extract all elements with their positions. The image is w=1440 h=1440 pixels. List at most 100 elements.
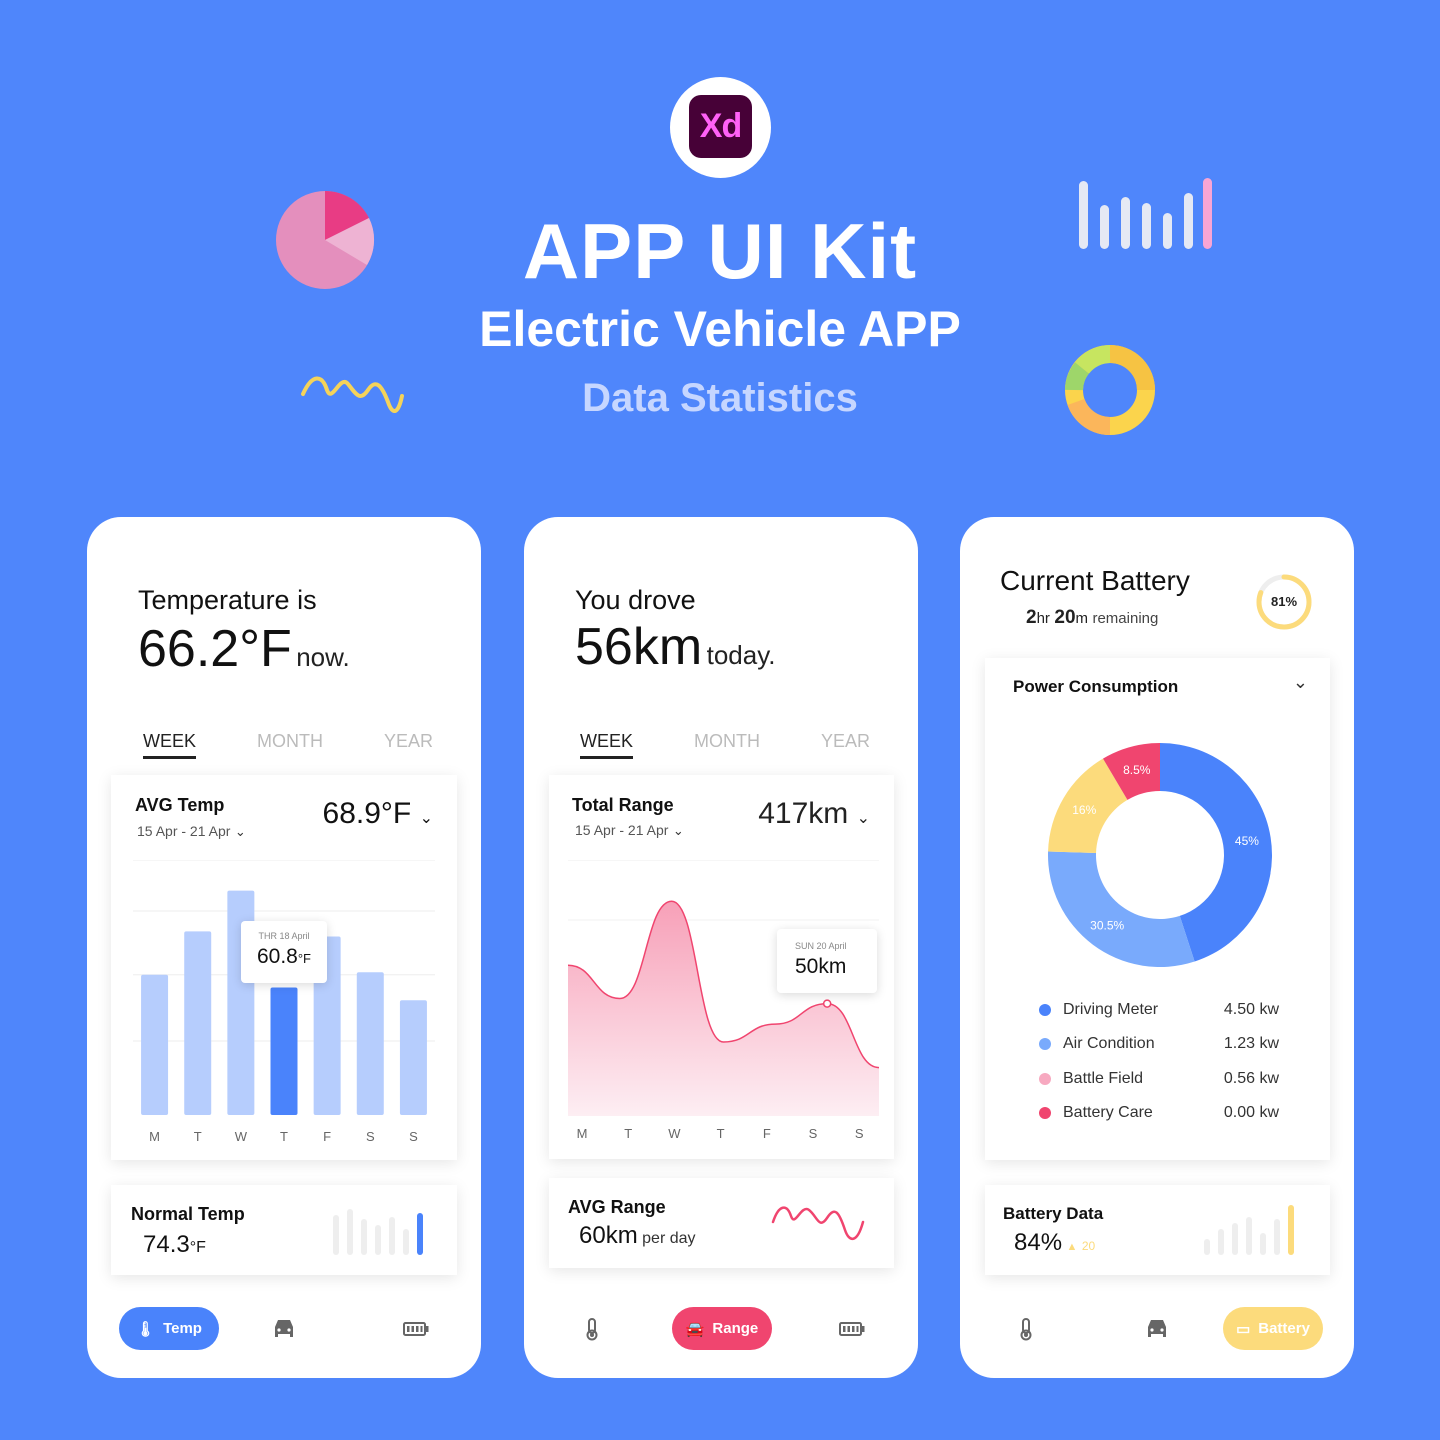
hours-value: 2 xyxy=(1026,607,1037,628)
thermometer-icon[interactable] xyxy=(579,1317,605,1341)
tab-month[interactable]: MONTH xyxy=(257,731,323,759)
battery-level-text: 81% xyxy=(1270,594,1298,609)
battery-data-card: Battery Data 84% ▲ 20 xyxy=(985,1185,1330,1275)
x-tick-label: T xyxy=(717,1126,725,1141)
power-donut-chart: 45% 30.5% 16% 8.5% xyxy=(1048,743,1272,967)
range-tooltip: SUN 20 April 50km xyxy=(777,929,877,993)
slice-label: 30.5% xyxy=(1090,918,1124,932)
x-tick-label: T xyxy=(194,1129,202,1144)
legend-value: 4.50 kw xyxy=(1223,1001,1279,1018)
data-point[interactable] xyxy=(772,1021,779,1028)
bottom-nav: 🚘 Range xyxy=(524,1307,918,1357)
data-point[interactable] xyxy=(616,995,623,1002)
date-range-select[interactable]: 15 Apr - 21 Apr ⌄ xyxy=(137,823,246,841)
nav-temp-button[interactable]: 🌡 Temp xyxy=(119,1307,219,1350)
x-tick-label: S xyxy=(855,1126,864,1141)
car-icon[interactable] xyxy=(1144,1317,1170,1341)
normal-temp-value: 74.3 xyxy=(143,1231,190,1258)
data-point[interactable] xyxy=(565,962,572,969)
range-headline: 56km today. xyxy=(575,617,776,677)
battery-icon: ▭ xyxy=(1236,1320,1251,1338)
legend-item: Driving Meter 4.50 kw xyxy=(1039,1001,1279,1019)
nav-range-button[interactable]: 🚘 Range xyxy=(672,1307,772,1350)
avg-range-card: AVG Range 60km per day xyxy=(549,1178,894,1268)
date-range-select[interactable]: 15 Apr - 21 Apr ⌄ xyxy=(575,822,684,840)
slice-label: 8.5% xyxy=(1123,763,1151,777)
minutes-unit: m xyxy=(1075,610,1089,627)
avg-range-unit: per day xyxy=(642,1230,696,1247)
up-arrow-icon: ▲ xyxy=(1066,1241,1078,1253)
tooltip-value: 60.8 xyxy=(256,945,298,968)
x-tick-label: M xyxy=(577,1126,588,1141)
data-point[interactable] xyxy=(822,999,832,1008)
nav-battery-button[interactable]: ▭ Battery xyxy=(1223,1307,1323,1350)
data-point[interactable] xyxy=(668,898,675,905)
thermometer-icon: 🌡 xyxy=(136,1320,156,1338)
battery-icon[interactable] xyxy=(403,1317,429,1341)
minutes-value: 20 xyxy=(1054,607,1076,628)
tab-week[interactable]: WEEK xyxy=(143,731,197,759)
temp-sparkbars-icon xyxy=(333,1209,423,1255)
power-consumption-card: Power Consumption ⌄ 45% 30.5% 16% 8.5% Driv… xyxy=(985,658,1330,1160)
x-tick-label: S xyxy=(366,1129,375,1144)
legend-value: 1.23 kw xyxy=(1223,1035,1279,1052)
slice-label: 45% xyxy=(1235,834,1259,848)
total-range-card: Total Range 15 Apr - 21 Apr ⌄ 417km ⌄ M T… xyxy=(549,775,894,1159)
legend-name: Driving Meter xyxy=(1063,1001,1159,1018)
thermometer-icon[interactable] xyxy=(1013,1317,1039,1341)
battery-remaining: 2hr 20m remaining xyxy=(1026,607,1158,629)
battery-data-reading: 84% ▲ 20 xyxy=(1014,1229,1095,1257)
bar[interactable] xyxy=(184,931,212,1115)
decorative-donut-icon xyxy=(1065,345,1155,436)
chevron-down-icon: ⌄ xyxy=(419,810,433,827)
decorative-bars-icon xyxy=(1079,178,1212,249)
legend-dot xyxy=(1039,1037,1051,1050)
total-range-label: Total Range xyxy=(572,795,674,815)
page-tagline: Data Statistics xyxy=(582,376,858,420)
temp-now-suffix: now. xyxy=(296,642,350,672)
tab-year[interactable]: YEAR xyxy=(384,731,433,759)
decorative-wave-icon xyxy=(301,376,404,413)
tab-year[interactable]: YEAR xyxy=(821,731,870,759)
x-tick-label: S xyxy=(809,1126,818,1141)
battery-data-delta: 20 xyxy=(1081,1239,1096,1253)
total-range-select[interactable]: 417km ⌄ xyxy=(758,797,870,831)
tooltip-unit: °F xyxy=(297,951,311,966)
page-title: APP UI Kit xyxy=(522,207,918,295)
date-range-text: 15 Apr - 21 Apr xyxy=(575,822,669,838)
data-point[interactable] xyxy=(720,1039,727,1046)
car-icon[interactable] xyxy=(271,1317,297,1341)
page-subtitle: Electric Vehicle APP xyxy=(479,301,961,357)
legend-value: 0.00 kw xyxy=(1223,1104,1279,1121)
x-tick-label: T xyxy=(624,1126,632,1141)
data-point[interactable] xyxy=(876,1064,883,1071)
bar[interactable] xyxy=(356,972,384,1115)
remaining-text: remaining xyxy=(1092,610,1159,627)
chevron-down-icon: ⌄ xyxy=(234,824,246,839)
normal-temp-reading: 74.3°F xyxy=(143,1231,206,1259)
legend-value: 0.56 kw xyxy=(1223,1070,1279,1087)
nav-battery-label: Battery xyxy=(1258,1320,1310,1337)
avg-temp-select[interactable]: 68.9°F ⌄ xyxy=(323,797,433,831)
bar[interactable] xyxy=(141,974,169,1115)
x-tick-label: F xyxy=(323,1129,331,1144)
chevron-down-icon[interactable]: ⌄ xyxy=(1293,672,1308,693)
donut-slice[interactable] xyxy=(1048,851,1195,967)
temp-intro: Temperature is xyxy=(138,585,317,615)
x-tick-label: F xyxy=(763,1126,771,1141)
avg-temp-label: AVG Temp xyxy=(135,795,225,815)
x-tick-label: T xyxy=(280,1129,288,1144)
slice-label: 16% xyxy=(1072,803,1096,817)
bar[interactable] xyxy=(270,987,298,1116)
tab-week[interactable]: WEEK xyxy=(580,731,634,759)
period-tabs: WEEK MONTH YEAR xyxy=(143,731,433,759)
tooltip-date: SUN 20 April xyxy=(795,941,847,951)
normal-temp-label: Normal Temp xyxy=(131,1204,245,1224)
bar[interactable] xyxy=(399,1000,427,1115)
x-tick-label: M xyxy=(149,1129,160,1144)
tab-month[interactable]: MONTH xyxy=(694,731,760,759)
legend-item: Battery Care 0.00 kw xyxy=(1039,1104,1279,1122)
battery-data-value: 84% xyxy=(1014,1229,1063,1256)
nav-temp-label: Temp xyxy=(163,1320,202,1337)
battery-icon[interactable] xyxy=(839,1317,865,1341)
